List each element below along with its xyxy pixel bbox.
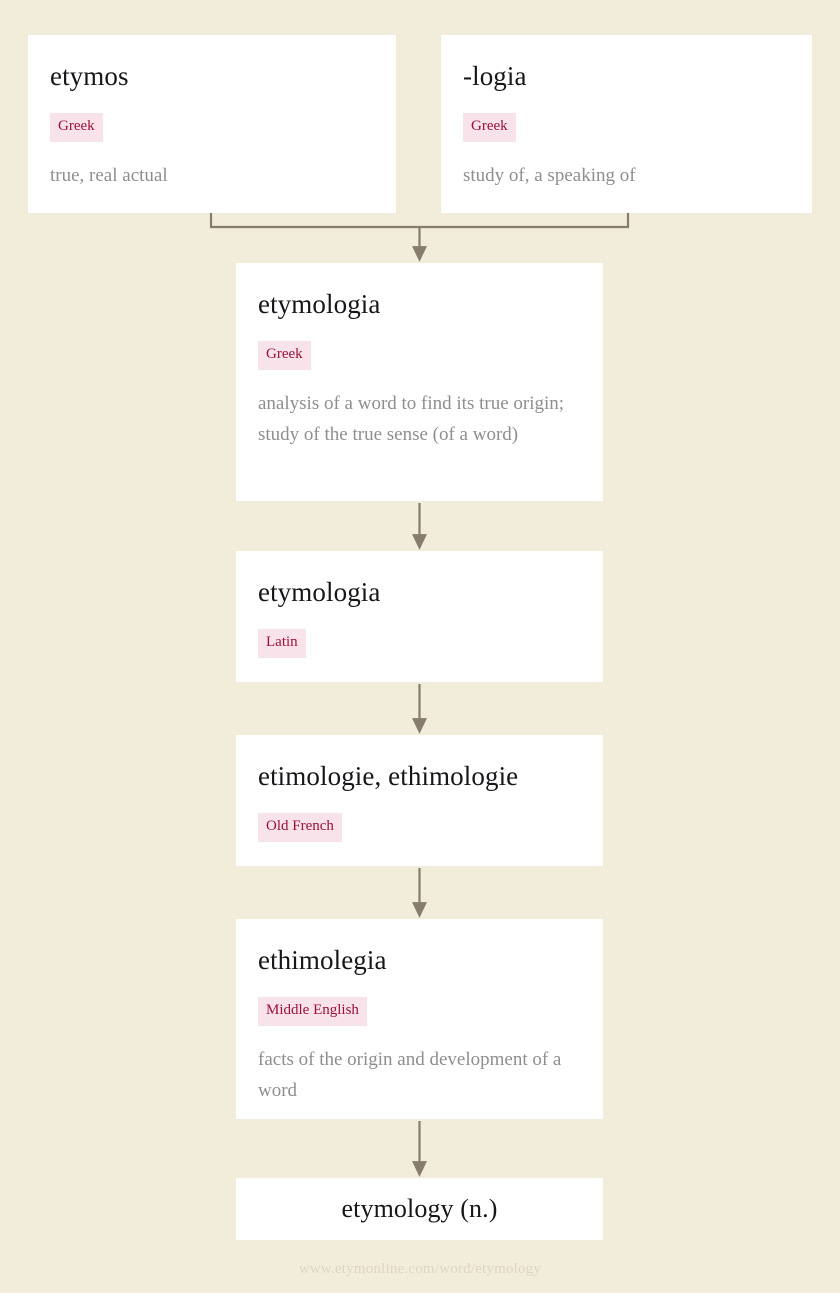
etymon-title: etimologie, ethimologie <box>258 761 519 791</box>
etymon-definition: true, real actual <box>50 164 168 186</box>
etymon-title: -logia <box>463 61 527 91</box>
language-badge-row: Greek <box>463 113 790 142</box>
language-badge-row: Middle English <box>258 997 581 1026</box>
etymology-tree-diagram: etymos Greek true, real actual -logia Gr… <box>0 0 840 1293</box>
etymon-card-etymos[interactable]: etymos Greek true, real actual <box>28 35 396 213</box>
language-badge: Greek <box>463 113 516 142</box>
etymon-definition: analysis of a word to find its true orig… <box>258 392 565 445</box>
etymon-title: ethimolegia <box>258 945 387 975</box>
etymon-title: etymos <box>50 61 129 91</box>
language-badge-row: Greek <box>50 113 374 142</box>
language-badge-row: Latin <box>258 629 581 658</box>
etymon-card-etymologia-greek[interactable]: etymologia Greek analysis of a word to f… <box>236 263 603 501</box>
language-badge: Greek <box>50 113 103 142</box>
result-card-etymology[interactable]: etymology (n.) <box>236 1178 603 1240</box>
language-badge: Middle English <box>258 997 367 1026</box>
etymon-card-middle-english[interactable]: ethimolegia Middle English facts of the … <box>236 919 603 1119</box>
etymon-definition: study of, a speaking of <box>463 164 636 186</box>
language-badge: Latin <box>258 629 306 658</box>
etymon-card-etymologia-latin[interactable]: etymologia Latin <box>236 551 603 682</box>
language-badge: Old French <box>258 813 342 842</box>
etymon-card-old-french[interactable]: etimologie, ethimologie Old French <box>236 735 603 866</box>
etymon-definition: facts of the origin and development of a… <box>258 1048 562 1101</box>
result-title: etymology (n.) <box>341 1194 498 1224</box>
merge-bar <box>209 211 630 229</box>
etymon-card-logia[interactable]: -logia Greek study of, a speaking of <box>441 35 812 213</box>
language-badge-row: Greek <box>258 341 581 370</box>
etymon-title: etymologia <box>258 289 381 319</box>
language-badge-row: Old French <box>258 813 581 842</box>
source-url: www.etymonline.com/word/etymology <box>298 1261 542 1277</box>
etymon-title: etymologia <box>258 577 381 607</box>
language-badge: Greek <box>258 341 311 370</box>
